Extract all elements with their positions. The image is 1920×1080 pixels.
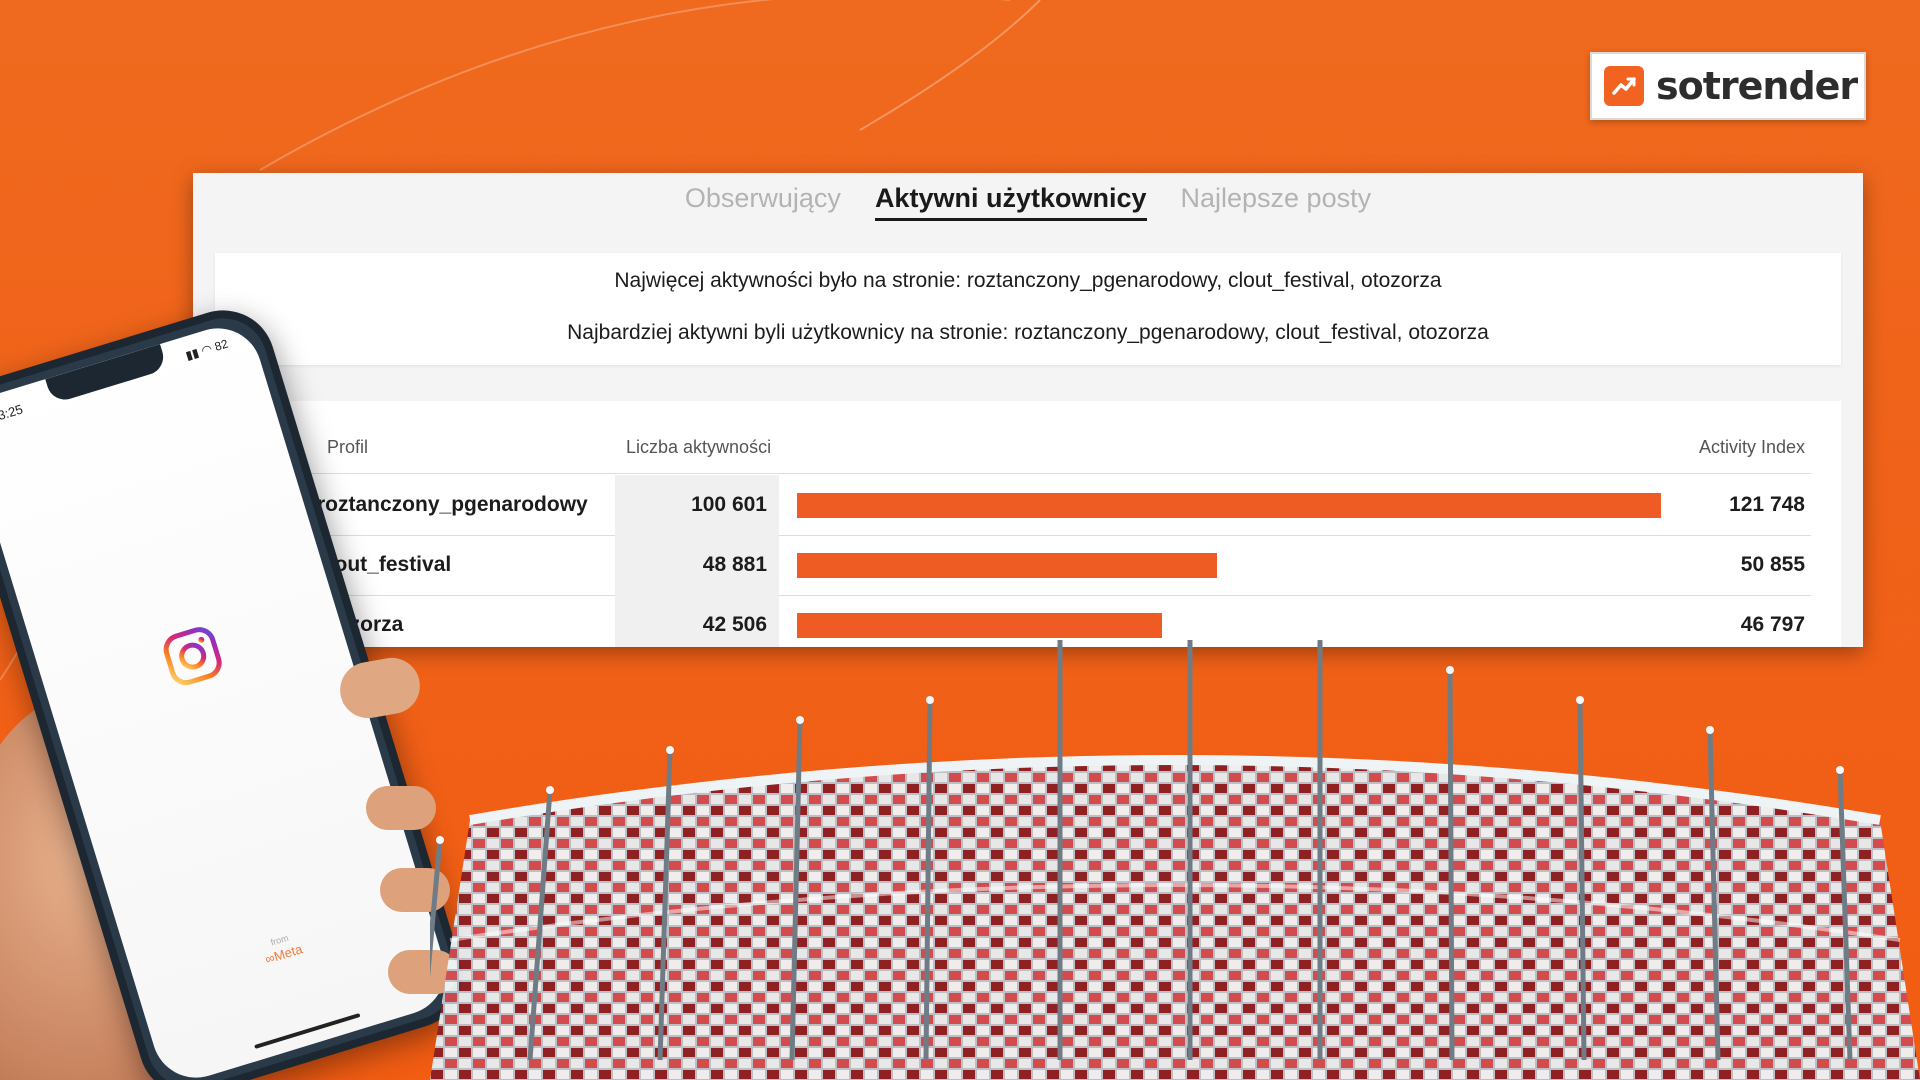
summary-box: Najwięcej aktywności było na stronie: ro… (215, 253, 1841, 365)
logo-text: sotrender (1656, 64, 1858, 108)
tab-obserwujacy[interactable]: Obserwujący (685, 183, 841, 221)
row-activity-index: 121 748 (1729, 493, 1805, 516)
summary-line-1: Najwięcej aktywności było na stronie: ro… (614, 269, 1442, 292)
summary-line-2: Najbardziej aktywni byli użytkownicy na … (567, 321, 1489, 344)
row-count: 48 881 (702, 553, 767, 576)
table-row[interactable]: 1roztanczony_pgenarodowy100 601121 748 (275, 475, 1811, 535)
activity-bar (797, 613, 1162, 638)
trend-up-icon (1604, 66, 1644, 106)
phone-notch (45, 344, 168, 405)
finger (366, 786, 436, 830)
activity-table: d Profil Liczba aktywności Activity Inde… (215, 401, 1841, 647)
stadium-illustration (430, 640, 1920, 1080)
row-activity-index: 50 855 (1740, 553, 1805, 576)
activity-bar (797, 553, 1217, 578)
status-icons: ▮▮ ◠ 82 (183, 336, 230, 363)
activity-panel: Obserwujący Aktywni użytkownicy Najlepsz… (193, 173, 1863, 647)
header-profile[interactable]: Profil (327, 437, 368, 458)
activity-bar (797, 493, 1661, 518)
home-indicator (254, 1013, 361, 1050)
instagram-icon[interactable] (158, 621, 228, 691)
header-activity-index[interactable]: Activity Index (1699, 437, 1805, 458)
tab-bar: Obserwujący Aktywni użytkownicy Najlepsz… (193, 183, 1863, 221)
sotrender-logo: sotrender (1590, 52, 1866, 120)
row-profile[interactable]: roztanczony_pgenarodowy (317, 475, 588, 535)
tab-najlepsze-posty[interactable]: Najlepsze posty (1181, 183, 1372, 221)
tab-aktywni-uzytkownicy[interactable]: Aktywni użytkownicy (874, 183, 1147, 221)
table-row[interactable]: clout_festival 48 881 50 855 (275, 535, 1811, 595)
header-divider (275, 473, 1811, 474)
row-count: 100 601 (691, 493, 767, 516)
status-time: 13:25 (0, 401, 25, 426)
header-count[interactable]: Liczba aktywności (626, 437, 771, 458)
meta-logo: ∞Meta (263, 941, 305, 967)
meta-from-label: from (269, 932, 290, 948)
